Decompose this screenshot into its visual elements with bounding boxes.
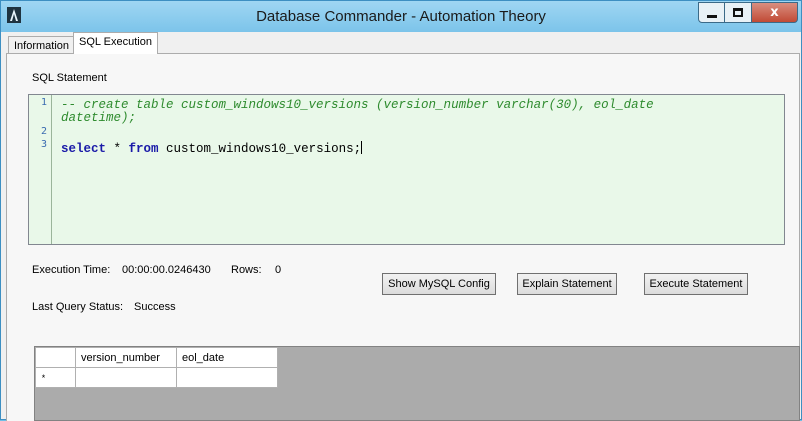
execution-time-label: Execution Time: [32,264,111,276]
line-number: 3 [40,139,47,150]
maximize-button[interactable] [725,2,752,23]
code-text: * [106,142,129,156]
results-grid[interactable]: version_number eol_date * [34,346,800,421]
sql-editor[interactable]: 1 2 3 -- create table custom_windows10_v… [28,94,785,245]
code-line-3: select * from custom_windows10_versions; [61,141,363,156]
execute-statement-button[interactable]: Execute Statement [644,273,748,295]
corner-header-cell[interactable] [35,347,76,368]
new-row-header[interactable]: * [35,367,76,388]
minimize-icon [706,14,717,18]
maximize-icon [733,8,743,17]
column-header-version-number[interactable]: version_number [75,347,177,368]
code-text: custom_windows10_versions; [158,142,362,156]
header-row: version_number eol_date [35,347,278,368]
sql-keyword: select [61,142,107,156]
column-header-eol-date[interactable]: eol_date [176,347,278,368]
grid-cell[interactable] [176,367,278,388]
results-table: version_number eol_date * [35,347,278,388]
show-mysql-config-button[interactable]: Show MySQL Config [382,273,496,295]
text-caret [361,141,363,154]
execution-time-value: 00:00:00.0246430 [122,264,211,276]
code-line-1: -- create table custom_windows10_version… [61,98,654,112]
grid-cell[interactable] [75,367,177,388]
rows-label: Rows: [231,264,262,276]
line-number: 2 [40,126,47,137]
rows-value: 0 [275,264,282,276]
tab-information[interactable]: Information [8,36,76,53]
sql-keyword: from [128,142,159,156]
last-query-status-label: Last Query Status: [32,301,124,313]
app-window: Database Commander - Automation Theory x… [0,0,802,421]
last-query-status-value: Success [134,301,176,313]
explain-statement-button[interactable]: Explain Statement [517,273,617,295]
minimize-button[interactable] [698,2,725,23]
sql-statement-label: SQL Statement [32,72,107,84]
line-number-gutter: 1 2 3 [29,95,52,244]
tab-sql-execution[interactable]: SQL Execution [73,32,158,54]
code-line-1-wrap: datetime); [61,111,137,125]
title-bar[interactable]: Database Commander - Automation Theory x [1,1,801,32]
window-title: Database Commander - Automation Theory [256,8,546,25]
close-icon: x [770,5,779,20]
line-number: 1 [40,97,47,108]
table-row: * [35,367,278,388]
close-button[interactable]: x [752,2,798,23]
new-row-marker: * [41,372,46,383]
